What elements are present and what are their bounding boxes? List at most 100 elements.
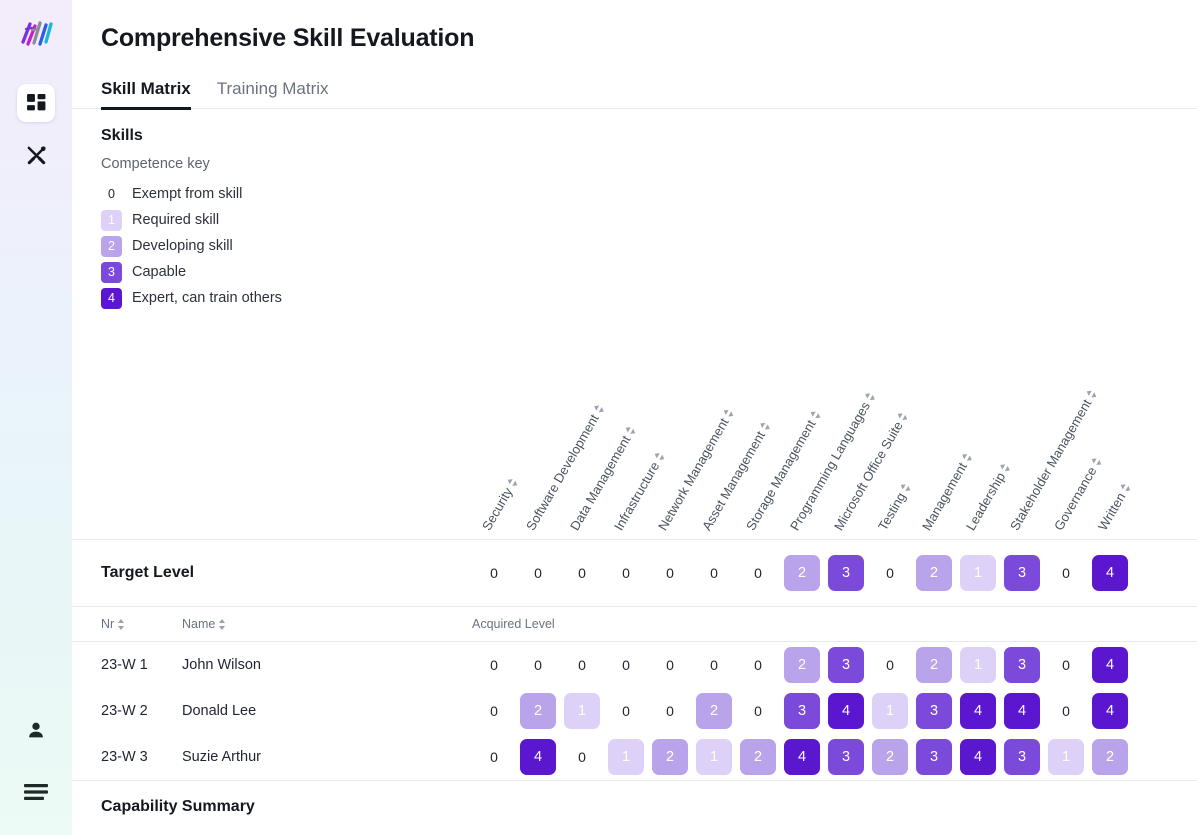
- table-row[interactable]: 23-W 3 Suzie Arthur 0 4 0 1 2 1 2 4 3 2 3 4 3 1 2: [72, 734, 1197, 780]
- skill-level-cell[interactable]: 3: [780, 693, 824, 729]
- person-nr: 23-W 1: [101, 657, 148, 673]
- skill-level-cell[interactable]: 0: [560, 555, 604, 591]
- column-header-skill[interactable]: Management: [912, 311, 970, 539]
- column-header-skill[interactable]: Infrastructure: [604, 311, 662, 539]
- column-header-skill[interactable]: Microsoft Office Suite: [824, 311, 906, 539]
- skill-level-cell[interactable]: 0: [736, 555, 780, 591]
- sort-icon[interactable]: [219, 618, 227, 630]
- skill-level-chip: 4: [1092, 647, 1128, 683]
- sidebar-item-menu[interactable]: [17, 773, 55, 811]
- column-header-skill[interactable]: Testing: [868, 311, 912, 539]
- column-header-skill[interactable]: Security: [472, 311, 516, 539]
- skill-level-cell[interactable]: 0: [604, 693, 648, 729]
- skill-level-cell[interactable]: 0: [1044, 647, 1088, 683]
- skill-level-cell[interactable]: 3: [824, 739, 868, 775]
- skill-level-chip: 4: [1092, 693, 1128, 729]
- skill-level-cell[interactable]: 2: [516, 693, 560, 729]
- skill-level-cell[interactable]: 0: [692, 647, 736, 683]
- skill-level-cell[interactable]: 3: [912, 739, 956, 775]
- column-header-nr-label: Nr: [101, 617, 115, 631]
- skill-level-chip: 4: [960, 739, 996, 775]
- skill-level-cell[interactable]: 3: [912, 693, 956, 729]
- skill-level-cell[interactable]: 0: [472, 693, 516, 729]
- table-row[interactable]: 23-W 1 John Wilson 0 0 0 0 0 0 0 2 3 0 2 1 3 0 4: [72, 642, 1197, 688]
- sidebar-item-tools[interactable]: [17, 136, 55, 174]
- skill-level-cell[interactable]: 0: [1044, 693, 1088, 729]
- column-header-skill[interactable]: Data Management: [560, 311, 633, 539]
- column-header-name[interactable]: Name: [182, 617, 472, 631]
- skill-level-chip: 2: [520, 693, 556, 729]
- skill-level-cell[interactable]: 1: [868, 693, 912, 729]
- skill-level-cell[interactable]: 4: [1088, 647, 1132, 683]
- skill-level-cell[interactable]: 0: [648, 555, 692, 591]
- skill-level-cell[interactable]: 4: [956, 693, 1000, 729]
- skill-level-cell[interactable]: 0: [868, 647, 912, 683]
- skill-level-cell[interactable]: 3: [1000, 739, 1044, 775]
- skill-level-cell[interactable]: 4: [780, 739, 824, 775]
- column-header-skill[interactable]: Stakeholder Management: [1000, 311, 1094, 539]
- sort-icon[interactable]: [118, 618, 126, 630]
- skill-level-cell[interactable]: 0: [472, 739, 516, 775]
- skill-level-cell[interactable]: 1: [1044, 739, 1088, 775]
- skill-level-cell[interactable]: 0: [604, 647, 648, 683]
- skill-level-cell[interactable]: 0: [516, 555, 560, 591]
- tab-skill-matrix[interactable]: Skill Matrix: [101, 79, 191, 110]
- sort-icon[interactable]: [899, 480, 913, 492]
- skill-level-cell[interactable]: 4: [516, 739, 560, 775]
- skill-level-cell[interactable]: 2: [912, 555, 956, 591]
- skill-level-cell[interactable]: 2: [736, 739, 780, 775]
- column-header-skill[interactable]: Asset Management: [692, 311, 768, 539]
- skill-level-cell[interactable]: 0: [1044, 555, 1088, 591]
- skill-level-cell[interactable]: 3: [1000, 647, 1044, 683]
- skill-level-cell[interactable]: 0: [560, 739, 604, 775]
- skill-level-cell[interactable]: 0: [604, 555, 648, 591]
- skill-level-cell[interactable]: 2: [648, 739, 692, 775]
- column-header-nr[interactable]: Nr: [72, 617, 182, 631]
- skill-level-cell[interactable]: 2: [1088, 739, 1132, 775]
- skill-level-cell[interactable]: 1: [956, 647, 1000, 683]
- sort-icon[interactable]: [1119, 481, 1133, 493]
- skill-level-cell[interactable]: 4: [824, 693, 868, 729]
- skill-level-cell[interactable]: 0: [868, 555, 912, 591]
- skill-level-cell[interactable]: 2: [692, 693, 736, 729]
- skill-level-cell[interactable]: 0: [516, 647, 560, 683]
- skill-level-cell[interactable]: 0: [736, 647, 780, 683]
- skill-level-cell[interactable]: 1: [956, 555, 1000, 591]
- column-header-skill[interactable]: Software Development: [516, 311, 602, 539]
- skill-level-cell[interactable]: 0: [472, 555, 516, 591]
- column-header-skill[interactable]: Programming Languages: [780, 311, 873, 539]
- column-header-skill[interactable]: Network Management: [648, 311, 732, 539]
- skill-level-cell[interactable]: 0: [692, 555, 736, 591]
- sidebar-item-dashboard[interactable]: [17, 84, 55, 122]
- column-header-skill[interactable]: Leadership: [956, 311, 1008, 539]
- skill-level-cell[interactable]: 2: [912, 647, 956, 683]
- column-header-skill[interactable]: Governance: [1044, 311, 1099, 539]
- tab-training-matrix[interactable]: Training Matrix: [217, 79, 329, 110]
- skill-level-cell[interactable]: 2: [780, 647, 824, 683]
- skill-level-cell[interactable]: 0: [736, 693, 780, 729]
- sidebar-footer: [0, 711, 72, 811]
- skill-level-cell[interactable]: 0: [472, 647, 516, 683]
- skill-level-cell[interactable]: 1: [560, 693, 604, 729]
- skill-level-cell[interactable]: 0: [560, 647, 604, 683]
- skill-level-cell[interactable]: 4: [1088, 693, 1132, 729]
- skill-level-cell[interactable]: 4: [1088, 555, 1132, 591]
- sidebar-item-account[interactable]: [17, 711, 55, 749]
- skill-level-chip: 2: [872, 739, 908, 775]
- skill-level-cell[interactable]: 2: [868, 739, 912, 775]
- skill-level-cell[interactable]: 0: [648, 647, 692, 683]
- skill-level-cell[interactable]: 1: [692, 739, 736, 775]
- table-row[interactable]: 23-W 2 Donald Lee 0 2 1 0 0 2 0 3 4 1 3 4 4 0 4: [72, 688, 1197, 734]
- skill-level-cell[interactable]: 0: [648, 693, 692, 729]
- skill-level-cell[interactable]: 3: [1000, 555, 1044, 591]
- skill-level-chip: 2: [916, 647, 952, 683]
- skill-level-cell[interactable]: 1: [604, 739, 648, 775]
- skill-level-cell[interactable]: 3: [824, 555, 868, 591]
- column-header-skill[interactable]: Written: [1088, 311, 1132, 539]
- skill-level-cell[interactable]: 4: [1000, 693, 1044, 729]
- skill-level-cell[interactable]: 4: [956, 739, 1000, 775]
- skill-level-cell[interactable]: 3: [824, 647, 868, 683]
- skill-level-cell[interactable]: 2: [780, 555, 824, 591]
- column-header-skill[interactable]: Storage Management: [736, 311, 819, 539]
- skill-level-chip: 3: [916, 693, 952, 729]
